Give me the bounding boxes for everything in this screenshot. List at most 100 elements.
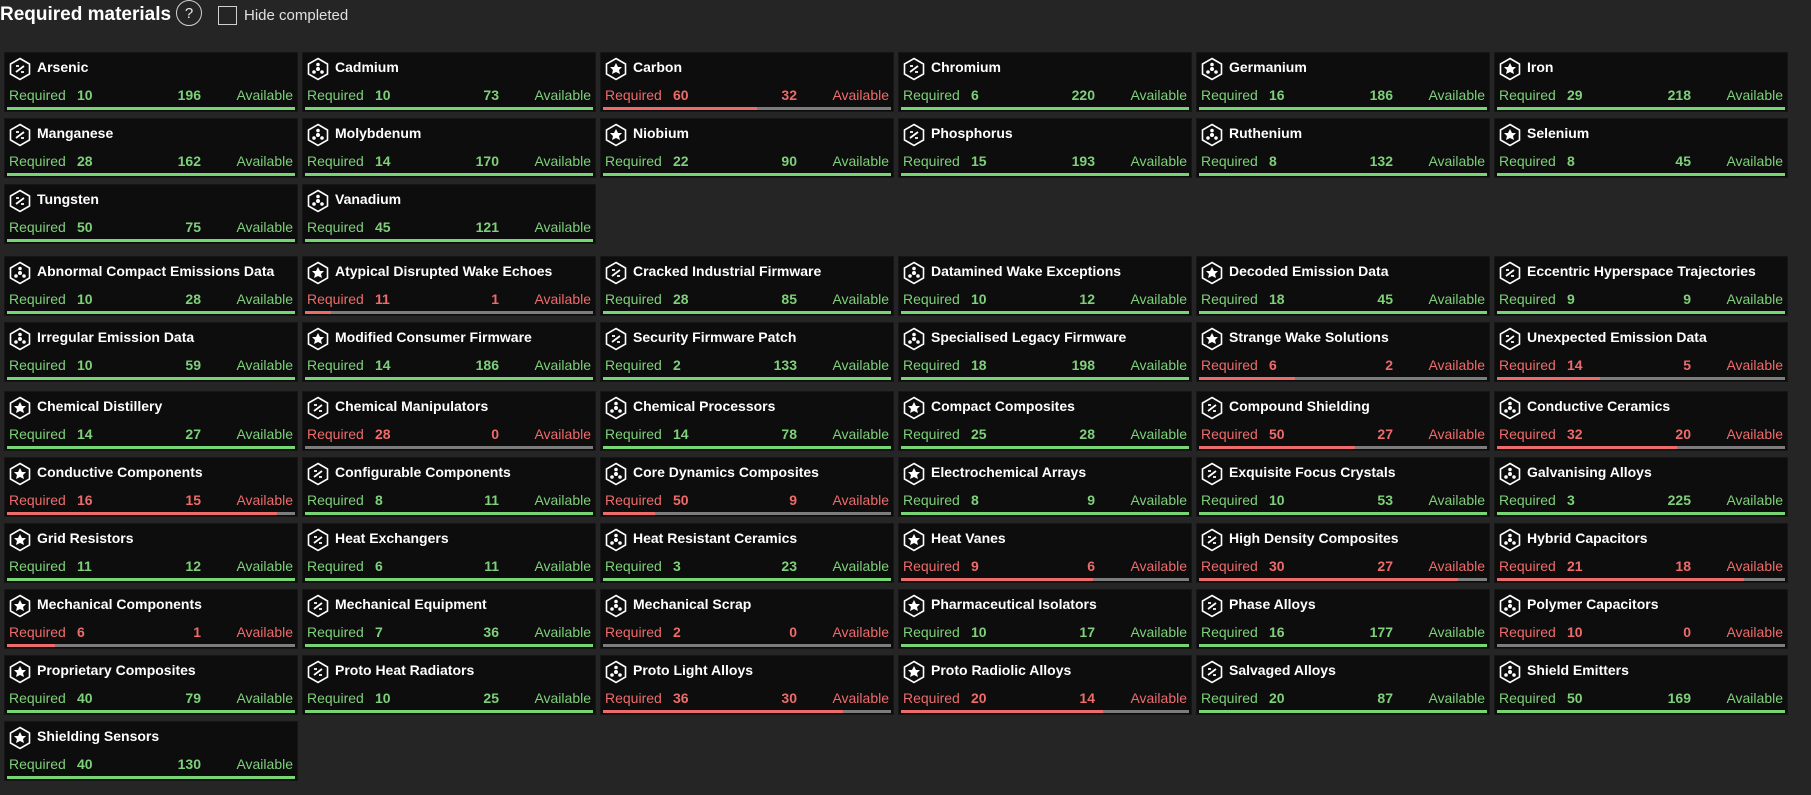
material-card-mechanical-components[interactable]: Mechanical Components Required 6 1 Available [4, 589, 298, 649]
material-icon [604, 660, 628, 684]
material-card-shield-emitters[interactable]: Shield Emitters Required 50 169 Available [1494, 655, 1788, 715]
material-card-chemical-manipulators[interactable]: Chemical Manipulators Required 28 0 Availabl… [302, 391, 596, 451]
progress-bar [1199, 107, 1487, 110]
available-value: 87 [1377, 690, 1393, 706]
material-card-compound-shielding[interactable]: Compound Shielding Required 50 27 Available [1196, 391, 1490, 451]
material-card-heat-vanes[interactable]: Heat Vanes Required 9 6 Available [898, 523, 1192, 583]
material-card-heat-resistant-ceramics[interactable]: Heat Resistant Ceramics Required 3 23 Availa… [600, 523, 894, 583]
material-card-mechanical-scrap[interactable]: Mechanical Scrap Required 2 0 Available [600, 589, 894, 649]
required-value: 8 [1567, 153, 1575, 169]
material-name: Carbon [633, 59, 682, 75]
progress-bar [1199, 578, 1487, 581]
material-icon [1200, 261, 1224, 285]
progress-bar [1497, 311, 1785, 314]
material-card-carbon[interactable]: Carbon Required 60 32 Available [600, 52, 894, 112]
material-card-datamined-wake-exceptions[interactable]: Datamined Wake Exceptions Required 10 12 Ava… [898, 256, 1192, 316]
required-value: 10 [1269, 492, 1285, 508]
material-card-galvanising-alloys[interactable]: Galvanising Alloys Required 3 225 Available [1494, 457, 1788, 517]
material-card-security-firmware-patch[interactable]: Security Firmware Patch Required 2 133 Avail… [600, 322, 894, 382]
material-card-molybdenum[interactable]: Molybdenum Required 14 170 Available [302, 118, 596, 178]
progress-fill [901, 644, 1189, 647]
required-value: 50 [77, 219, 93, 235]
material-card-configurable-components[interactable]: Configurable Components Required 8 11 Availa… [302, 457, 596, 517]
material-card-specialised-legacy-firmware[interactable]: Specialised Legacy Firmware Required 18 198… [898, 322, 1192, 382]
material-icon [604, 57, 628, 81]
material-card-selenium[interactable]: Selenium Required 8 45 Available [1494, 118, 1788, 178]
material-card-abnormal-compact-emissions-data[interactable]: Abnormal Compact Emissions Data Required 1… [4, 256, 298, 316]
help-icon[interactable]: ? [176, 0, 202, 26]
material-card-decoded-emission-data[interactable]: Decoded Emission Data Required 18 45 Availab… [1196, 256, 1490, 316]
material-name: Exquisite Focus Crystals [1229, 464, 1396, 480]
material-card-atypical-disrupted-wake-echoes[interactable]: Atypical Disrupted Wake Echoes Required 11… [302, 256, 596, 316]
available-label: Available [832, 426, 889, 442]
progress-fill [1497, 446, 1677, 449]
required-label: Required [1499, 426, 1556, 442]
material-card-phosphorus[interactable]: Phosphorus Required 15 193 Available [898, 118, 1192, 178]
material-card-eccentric-hyperspace-trajectories[interactable]: Eccentric Hyperspace Trajectories Require… [1494, 256, 1788, 316]
material-card-chromium[interactable]: Chromium Required 6 220 Available [898, 52, 1192, 112]
material-card-irregular-emission-data[interactable]: Irregular Emission Data Required 10 59 Avail… [4, 322, 298, 382]
material-card-iron[interactable]: Iron Required 29 218 Available [1494, 52, 1788, 112]
material-card-conductive-components[interactable]: Conductive Components Required 16 15 Availab… [4, 457, 298, 517]
material-card-high-density-composites[interactable]: High Density Composites Required 30 27 Avail… [1196, 523, 1490, 583]
material-card-proto-light-alloys[interactable]: Proto Light Alloys Required 36 30 Available [600, 655, 894, 715]
available-label: Available [1428, 624, 1485, 640]
material-card-vanadium[interactable]: Vanadium Required 45 121 Available [302, 184, 596, 244]
required-value: 16 [1269, 87, 1285, 103]
material-card-electrochemical-arrays[interactable]: Electrochemical Arrays Required 8 9 Availabl… [898, 457, 1192, 517]
progress-fill [305, 644, 593, 647]
material-card-shielding-sensors[interactable]: Shielding Sensors Required 40 130 Available [4, 721, 298, 781]
material-card-unexpected-emission-data[interactable]: Unexpected Emission Data Required 14 5 Avail… [1494, 322, 1788, 382]
hide-completed-checkbox[interactable] [218, 6, 237, 25]
material-card-manganese[interactable]: Manganese Required 28 162 Available [4, 118, 298, 178]
hide-completed-toggle[interactable]: Hide completed [218, 6, 348, 25]
material-card-chemical-processors[interactable]: Chemical Processors Required 14 78 Available [600, 391, 894, 451]
material-name: Chemical Distillery [37, 398, 163, 414]
material-card-modified-consumer-firmware[interactable]: Modified Consumer Firmware Required 14 186 A… [302, 322, 596, 382]
available-value: 9 [1683, 291, 1691, 307]
material-card-grid-resistors[interactable]: Grid Resistors Required 11 12 Available [4, 523, 298, 583]
material-icon [604, 396, 628, 420]
material-card-polymer-capacitors[interactable]: Polymer Capacitors Required 10 0 Available [1494, 589, 1788, 649]
material-card-chemical-distillery[interactable]: Chemical Distillery Required 14 27 Available [4, 391, 298, 451]
material-card-exquisite-focus-crystals[interactable]: Exquisite Focus Crystals Required 10 53 Avai… [1196, 457, 1490, 517]
material-card-compact-composites[interactable]: Compact Composites Required 25 28 Available [898, 391, 1192, 451]
required-value: 8 [1269, 153, 1277, 169]
material-card-hybrid-capacitors[interactable]: Hybrid Capacitors Required 21 18 Available [1494, 523, 1788, 583]
material-card-core-dynamics-composites[interactable]: Core Dynamics Composites Required 50 9 Avail… [600, 457, 894, 517]
available-label: Available [1130, 291, 1187, 307]
material-card-mechanical-equipment[interactable]: Mechanical Equipment Required 7 36 Available [302, 589, 596, 649]
material-card-heat-exchangers[interactable]: Heat Exchangers Required 6 11 Available [302, 523, 596, 583]
required-value: 30 [1269, 558, 1285, 574]
material-card-proto-heat-radiators[interactable]: Proto Heat Radiators Required 10 25 Availabl… [302, 655, 596, 715]
available-value: 9 [1087, 492, 1095, 508]
material-card-cadmium[interactable]: Cadmium Required 10 73 Available [302, 52, 596, 112]
material-card-cracked-industrial-firmware[interactable]: Cracked Industrial Firmware Required 28 85 A… [600, 256, 894, 316]
material-card-tungsten[interactable]: Tungsten Required 50 75 Available [4, 184, 298, 244]
material-name: Proto Heat Radiators [335, 662, 475, 678]
material-name: Electrochemical Arrays [931, 464, 1087, 480]
encoded-materials-grid: Abnormal Compact Emissions Data Required 1… [4, 256, 1788, 382]
material-icon [8, 594, 32, 618]
material-card-salvaged-alloys[interactable]: Salvaged Alloys Required 20 87 Available [1196, 655, 1490, 715]
available-value: 169 [1667, 690, 1691, 706]
material-card-ruthenium[interactable]: Ruthenium Required 8 132 Available [1196, 118, 1490, 178]
required-value: 6 [1269, 357, 1277, 373]
hide-completed-label[interactable]: Hide completed [244, 7, 348, 24]
required-value: 50 [673, 492, 689, 508]
material-name: Selenium [1527, 125, 1590, 141]
required-value: 6 [375, 558, 383, 574]
material-card-proprietary-composites[interactable]: Proprietary Composites Required 40 79 Availa… [4, 655, 298, 715]
material-card-proto-radiolic-alloys[interactable]: Proto Radiolic Alloys Required 20 14 Availab… [898, 655, 1192, 715]
material-card-niobium[interactable]: Niobium Required 22 90 Available [600, 118, 894, 178]
material-card-conductive-ceramics[interactable]: Conductive Ceramics Required 32 20 Available [1494, 391, 1788, 451]
progress-fill [7, 710, 295, 713]
material-card-pharmaceutical-isolators[interactable]: Pharmaceutical Isolators Required 10 17 Avai… [898, 589, 1192, 649]
material-card-arsenic[interactable]: Arsenic Required 10 196 Available [4, 52, 298, 112]
material-icon [8, 726, 32, 750]
material-icon [8, 528, 32, 552]
material-card-strange-wake-solutions[interactable]: Strange Wake Solutions Required 6 2 Availabl… [1196, 322, 1490, 382]
material-card-phase-alloys[interactable]: Phase Alloys Required 16 177 Available [1196, 589, 1490, 649]
progress-fill [305, 578, 593, 581]
material-card-germanium[interactable]: Germanium Required 16 186 Available [1196, 52, 1490, 112]
